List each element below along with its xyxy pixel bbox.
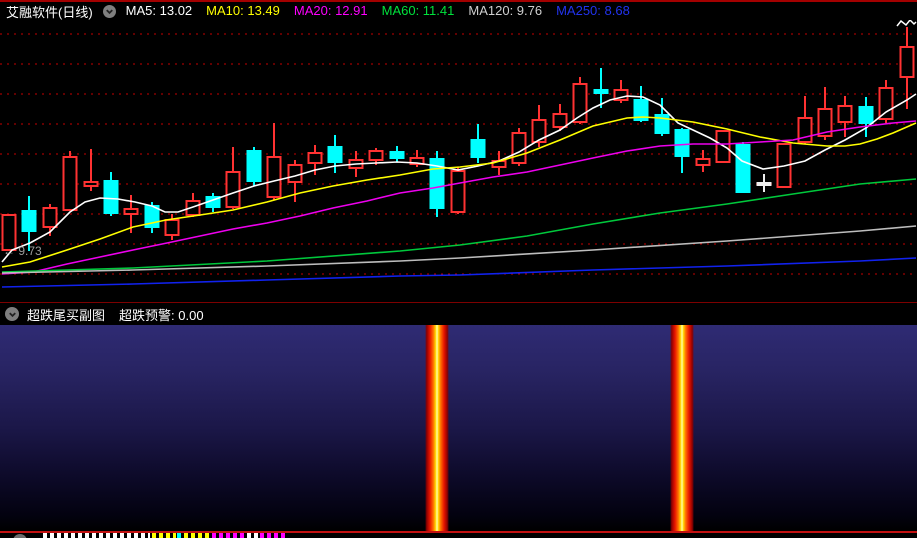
subchart-alert-label: 超跌预警:: [119, 307, 175, 323]
candle-body: [837, 105, 853, 123]
candle-body: [287, 164, 303, 183]
candle-body: [307, 152, 323, 164]
cutoff-collapse-chevron-icon[interactable]: [13, 534, 27, 538]
candle-body: [674, 129, 690, 157]
ma-label-ma10: MA10: 13.49: [206, 3, 280, 18]
peak-scribble-marker: [896, 18, 917, 27]
candle-body: [552, 113, 568, 128]
ma-label-ma120: MA120: 9.76: [468, 3, 543, 18]
ma-label-ma250: MA250: 8.68: [556, 3, 630, 18]
ma-label-ma60: MA60: 11.41: [381, 3, 455, 18]
signal-flame-bar: [425, 325, 449, 531]
candle-body: [327, 146, 343, 163]
subchart-collapse-chevron-icon[interactable]: [5, 307, 19, 321]
candle-body: [735, 144, 751, 193]
candle-body: [470, 139, 486, 158]
candlestick-chart[interactable]: ← 9.73: [0, 18, 917, 302]
candle-body: [858, 106, 874, 124]
cutoff-text-fragment: [43, 533, 150, 538]
cutoff-text-fragment: [152, 533, 176, 538]
candle-body: [593, 89, 609, 94]
candle-body: [123, 208, 139, 215]
cutoff-text-fragment: [260, 533, 286, 538]
ma-label-ma20: MA20: 12.91: [293, 3, 368, 18]
ma-legend: MA5: 13.02 MA10: 13.49 MA20: 12.91 MA60: 11…: [126, 2, 644, 20]
candle-body: [62, 156, 78, 211]
candle-body: [246, 150, 262, 182]
subchart-alert: 超跌预警: 0.00: [119, 305, 204, 324]
cutoff-text-fragment: [247, 533, 258, 538]
subchart-header: 超跌尾买副图 超跌预警: 0.00: [0, 303, 917, 325]
candle-body: [389, 151, 405, 159]
candle-body: [511, 132, 527, 164]
candle-body: [21, 210, 37, 232]
collapse-chevron-icon[interactable]: [102, 4, 116, 18]
candle-body: [756, 182, 772, 186]
ma-label-ma5: MA5: 13.02: [125, 3, 193, 18]
cutoff-indicator-caption: [0, 533, 917, 538]
candle-body: [899, 46, 915, 78]
candle-body: [695, 158, 711, 166]
price-level-marker: ← 9.73: [3, 244, 42, 258]
app-window: 艾融软件(日线) MA5: 13.02 MA10: 13.49 MA20: 12.9…: [0, 0, 917, 538]
oversold-signal-panel[interactable]: [0, 325, 917, 531]
subchart-alert-value: 0.00: [178, 307, 204, 323]
stock-title: 艾融软件(日线): [6, 4, 93, 20]
candle-body: [164, 219, 180, 236]
candle-body: [450, 170, 466, 213]
cutoff-text-fragment: [184, 533, 211, 538]
candle-body: [83, 181, 99, 187]
candle-body: [266, 156, 282, 198]
signal-flame-bar: [670, 325, 694, 531]
candle-body: [225, 171, 241, 208]
candle-body: [368, 150, 384, 161]
candle-body: [103, 180, 119, 214]
cutoff-text-fragment: [177, 533, 183, 538]
ma-line-ma250: [1, 257, 917, 288]
subchart-title: 超跌尾买副图: [27, 307, 106, 323]
main-chart-header: 艾融软件(日线) MA5: 13.02 MA10: 13.49 MA20: 12.9…: [0, 2, 917, 20]
candle-body: [42, 207, 58, 228]
cutoff-text-fragment: [212, 533, 244, 538]
candle-body: [878, 87, 894, 120]
